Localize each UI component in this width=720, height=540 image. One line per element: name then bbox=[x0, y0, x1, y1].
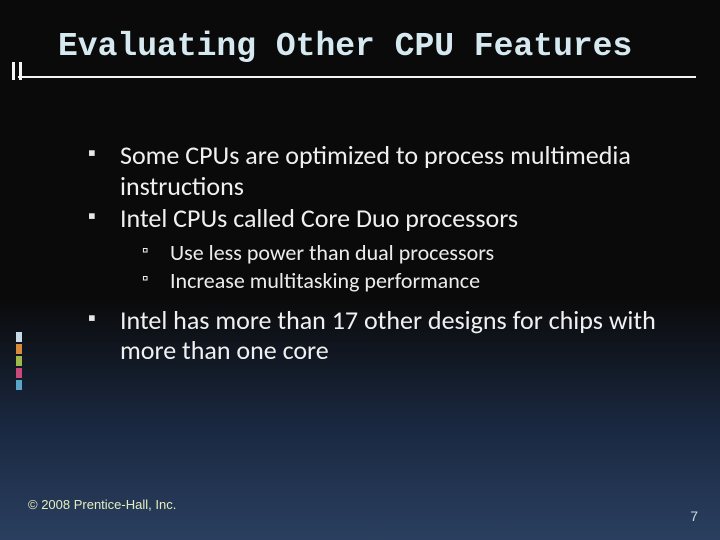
bullet-text: Increase multitasking performance bbox=[170, 267, 480, 294]
accent-mark bbox=[16, 380, 22, 390]
bullet-text: Some CPUs are optimized to process multi… bbox=[120, 139, 631, 202]
copyright-footer: © 2008 Prentice-Hall, Inc. bbox=[28, 497, 176, 512]
bullet-text: Intel CPUs called Core Duo processors bbox=[120, 202, 518, 234]
list-item: Increase multitasking performance bbox=[142, 268, 670, 295]
side-accent-marks bbox=[16, 332, 22, 392]
list-item: Some CPUs are optimized to process multi… bbox=[88, 140, 670, 201]
accent-mark bbox=[16, 332, 22, 342]
page-number: 7 bbox=[690, 508, 698, 524]
bullet-text: Intel has more than 17 other designs for… bbox=[120, 304, 656, 367]
sub-bullet-list: Use less power than dual processors Incr… bbox=[142, 240, 670, 295]
list-item: Intel has more than 17 other designs for… bbox=[88, 305, 670, 366]
bullet-list: Some CPUs are optimized to process multi… bbox=[88, 140, 670, 366]
bullet-text: Use less power than dual processors bbox=[170, 239, 494, 266]
slide-title: Evaluating Other CPU Features bbox=[58, 28, 720, 65]
title-container: Evaluating Other CPU Features bbox=[0, 0, 720, 71]
content-area: Some CPUs are optimized to process multi… bbox=[88, 140, 670, 368]
accent-mark bbox=[16, 368, 22, 378]
slide: Evaluating Other CPU Features Some CPUs … bbox=[0, 0, 720, 540]
title-underline bbox=[18, 76, 696, 78]
accent-mark bbox=[16, 344, 22, 354]
list-item: Intel CPUs called Core Duo processors Us… bbox=[88, 203, 670, 294]
accent-mark bbox=[16, 356, 22, 366]
list-item: Use less power than dual processors bbox=[142, 240, 670, 267]
